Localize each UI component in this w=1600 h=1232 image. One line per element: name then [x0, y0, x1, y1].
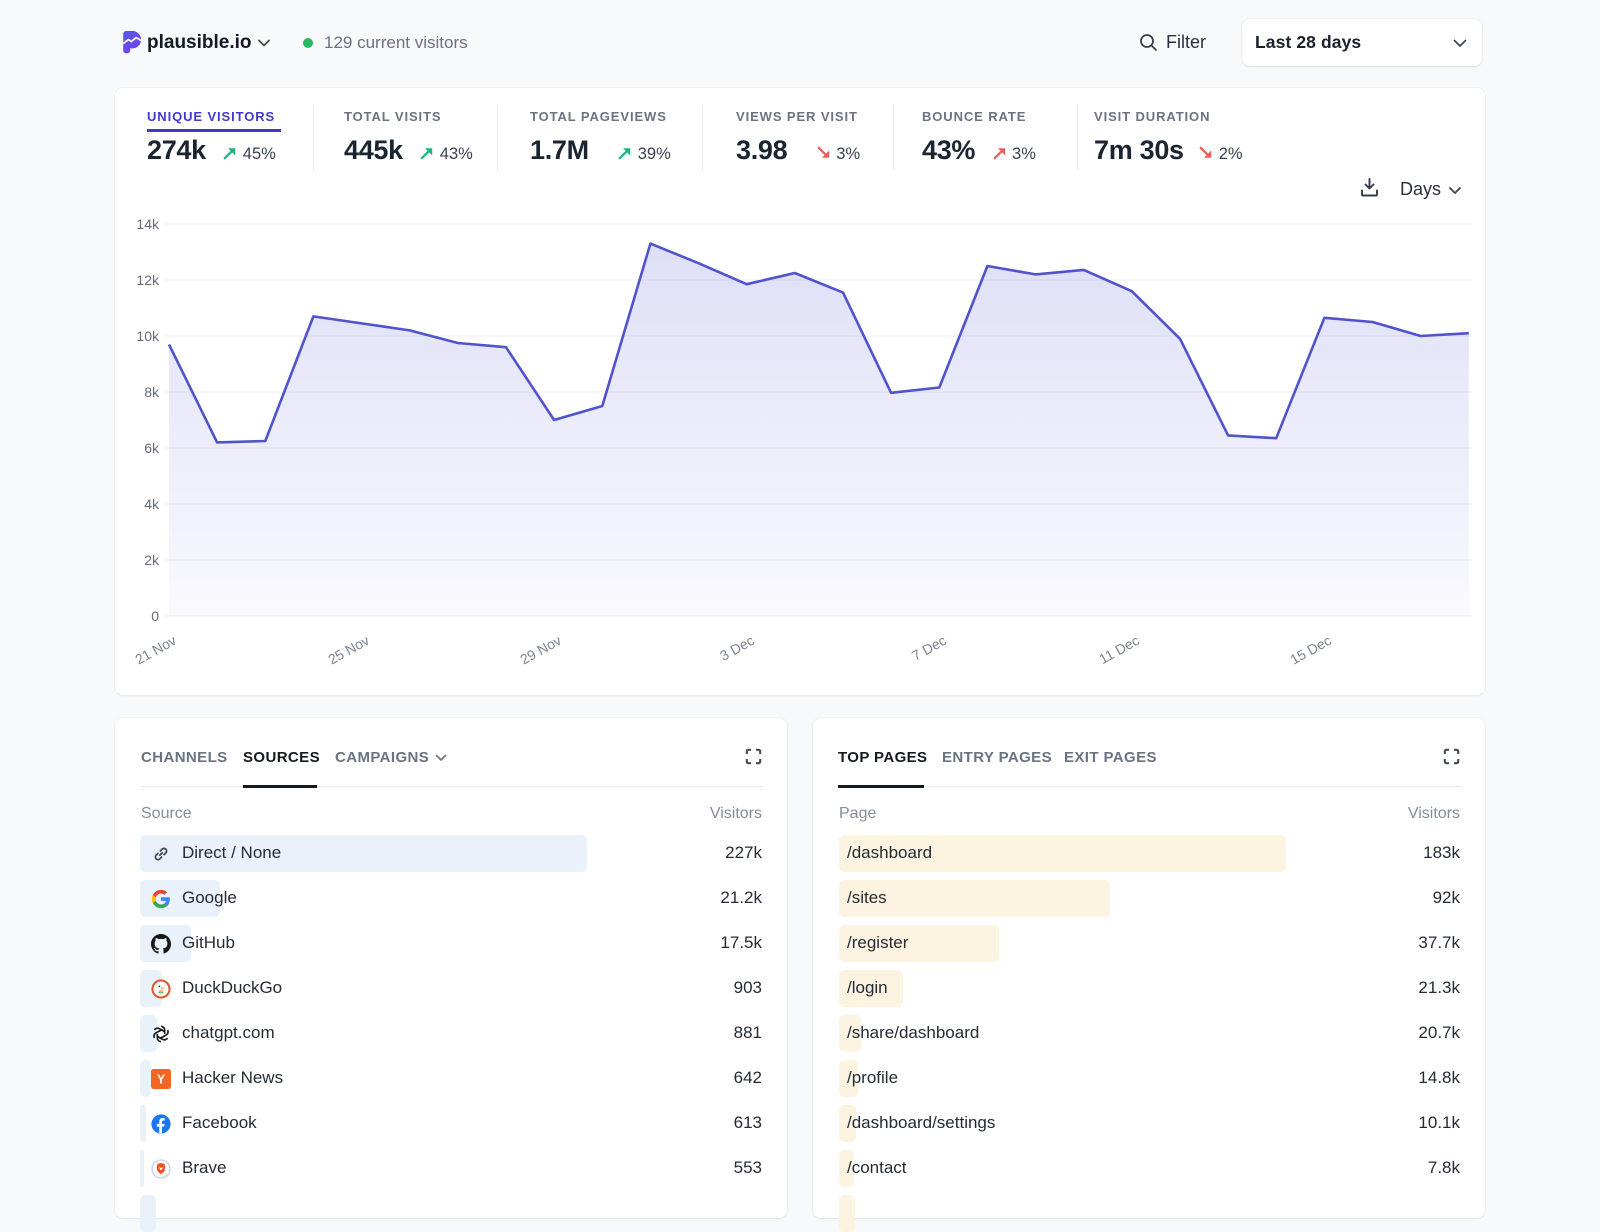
- svg-text:Y: Y: [157, 1072, 166, 1086]
